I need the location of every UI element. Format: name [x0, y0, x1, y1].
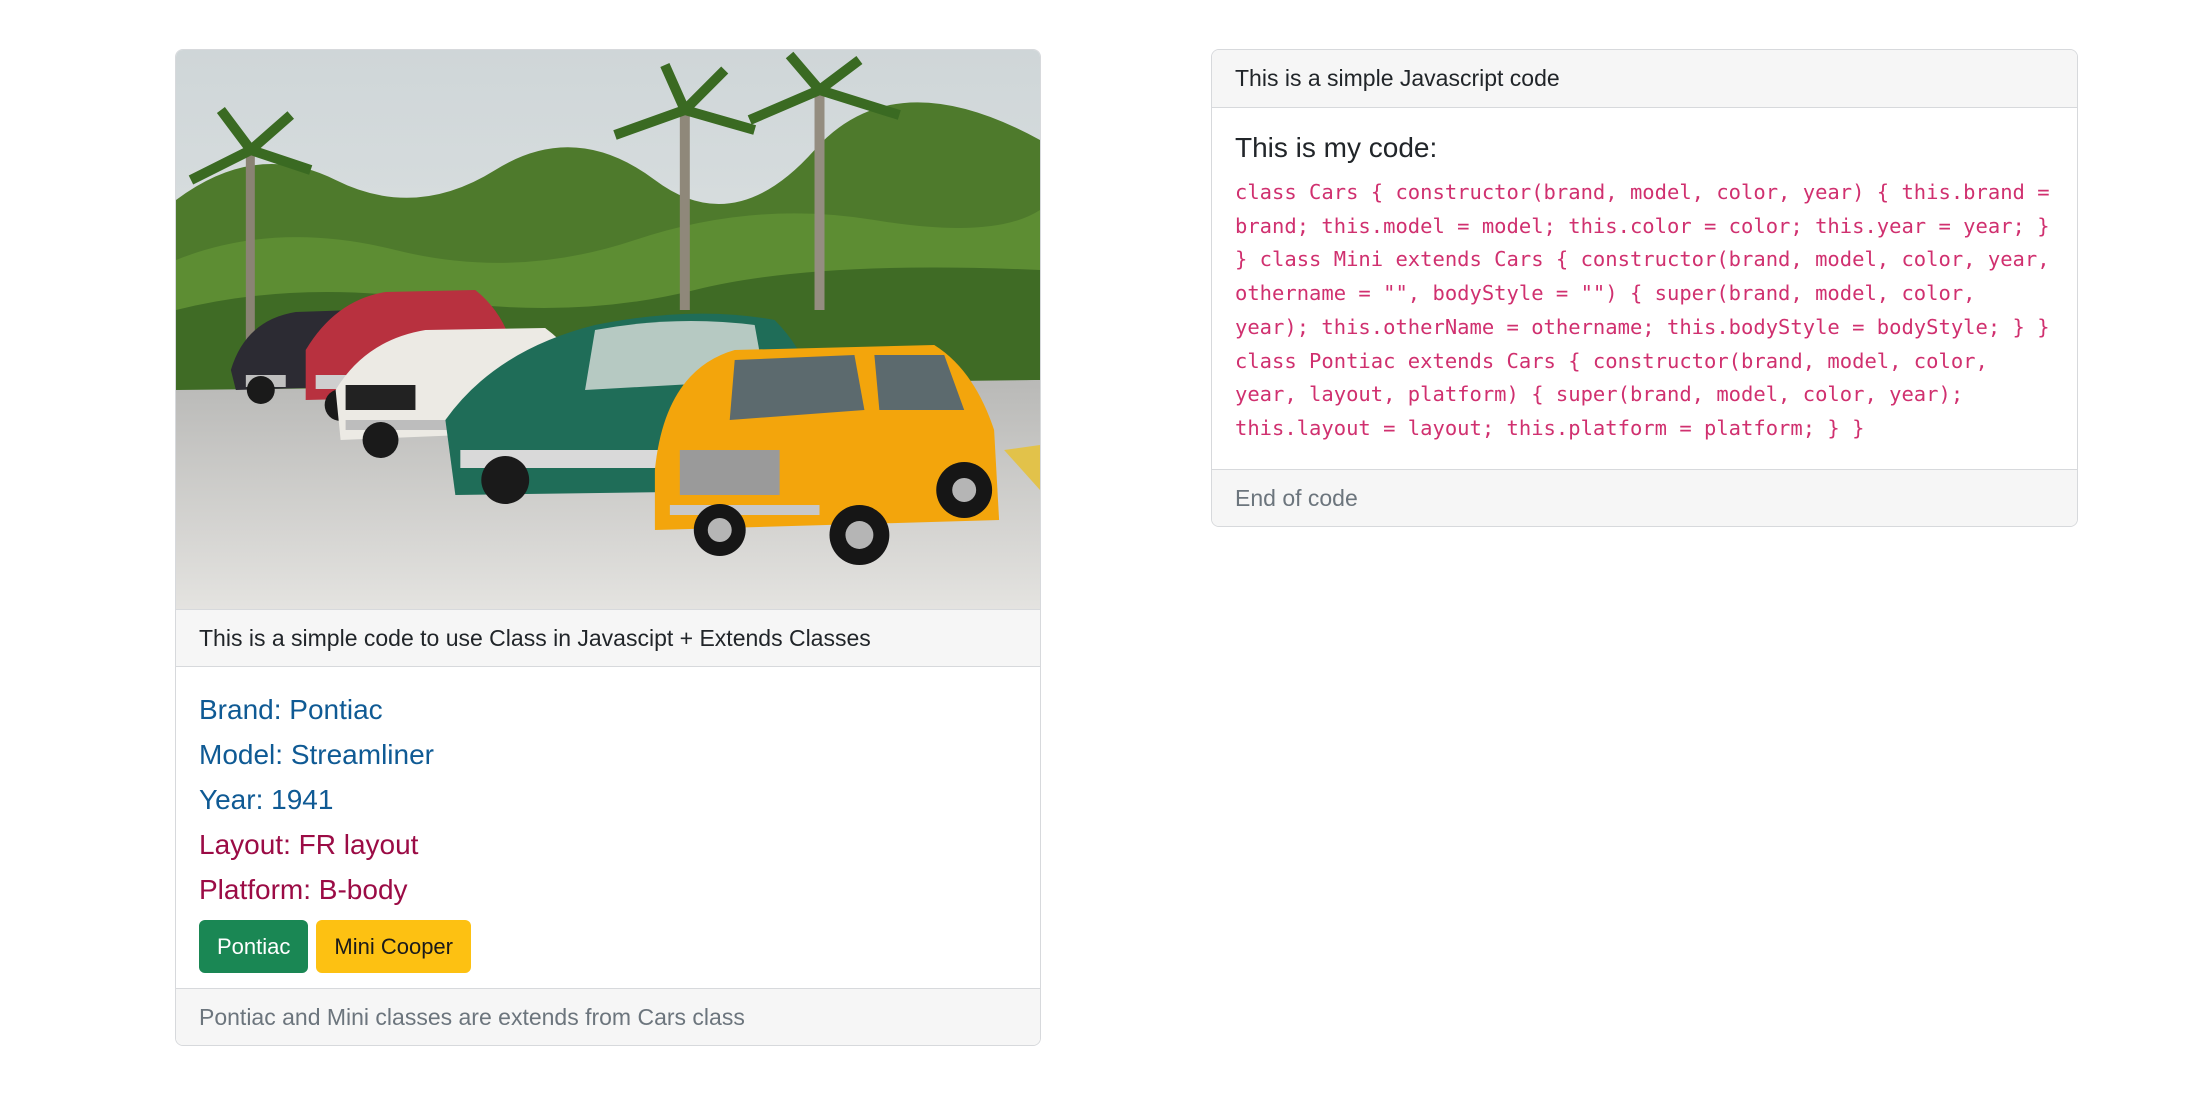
code-card-footer-text: End of code — [1235, 484, 1358, 511]
car-info-body: Brand: Pontiac Model: Streamliner Year: … — [176, 667, 1040, 990]
layout-text: Layout: FR layout — [199, 829, 419, 860]
card-footer: Pontiac and Mini classes are extends fro… — [176, 988, 1040, 1045]
card-header: This is a simple code to use Class in Ja… — [176, 609, 1040, 667]
code-title: This is my code: — [1235, 132, 1438, 163]
pontiac-button[interactable]: Pontiac — [199, 920, 309, 973]
code-card-header-text: This is a simple Javascript code — [1235, 65, 1560, 91]
model-text: Model: Streamliner — [199, 739, 434, 770]
platform-text: Platform: B-body — [199, 874, 408, 905]
code-card-footer: End of code — [1212, 469, 2077, 526]
code-card: This is a simple Javascript code This is… — [1211, 49, 2078, 527]
code-card-body: This is my code: class Cars { constructo… — [1212, 108, 2077, 471]
card-header-text: This is a simple code to use Class in Ja… — [199, 624, 871, 651]
year-text: Year: 1941 — [199, 784, 334, 815]
car-card: This is a simple code to use Class in Ja… — [175, 49, 1041, 1046]
car-photo — [176, 50, 1040, 609]
card-footer-text: Pontiac and Mini classes are extends fro… — [199, 1003, 745, 1030]
mini-cooper-button[interactable]: Mini Cooper — [316, 920, 471, 973]
brand-text: Brand: Pontiac — [199, 694, 383, 725]
code-block: class Cars { constructor(brand, model, c… — [1235, 180, 2050, 440]
button-row: Pontiac Mini Cooper — [199, 920, 1017, 973]
code-card-header: This is a simple Javascript code — [1212, 50, 2077, 108]
